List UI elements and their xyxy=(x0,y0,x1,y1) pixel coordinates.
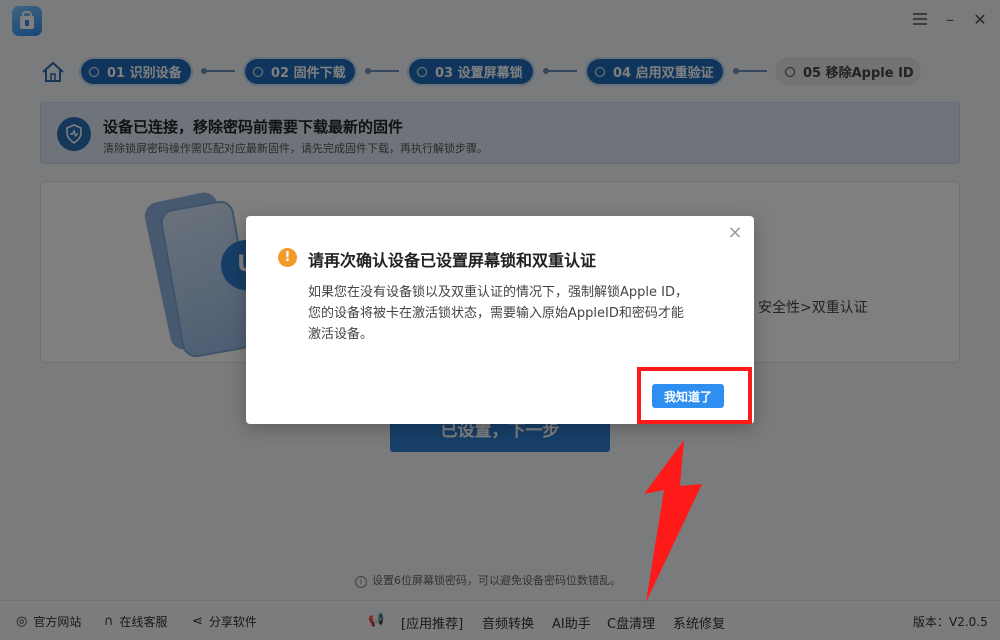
dialog-message-line: 如果您在没有设备锁以及双重认证的情况下，强制解锁Apple ID， xyxy=(308,285,688,300)
dialog-message-line: 激活设备。 xyxy=(308,327,374,342)
dialog-title: 请再次确认设备已设置屏幕锁和双重认证 xyxy=(308,251,597,270)
dialog-message-line: 您的设备将被卡在激活锁状态，需要输入原始AppleID和密码才能 xyxy=(308,306,684,321)
dialog-close-icon[interactable]: × xyxy=(726,224,744,242)
dialog-message: 如果您在没有设备锁以及双重认证的情况下，强制解锁Apple ID， 您的设备将被… xyxy=(308,282,728,345)
warning-icon: ! xyxy=(278,248,297,267)
annotation-highlight-box xyxy=(637,367,752,424)
annotation-arrow-icon xyxy=(644,440,702,602)
